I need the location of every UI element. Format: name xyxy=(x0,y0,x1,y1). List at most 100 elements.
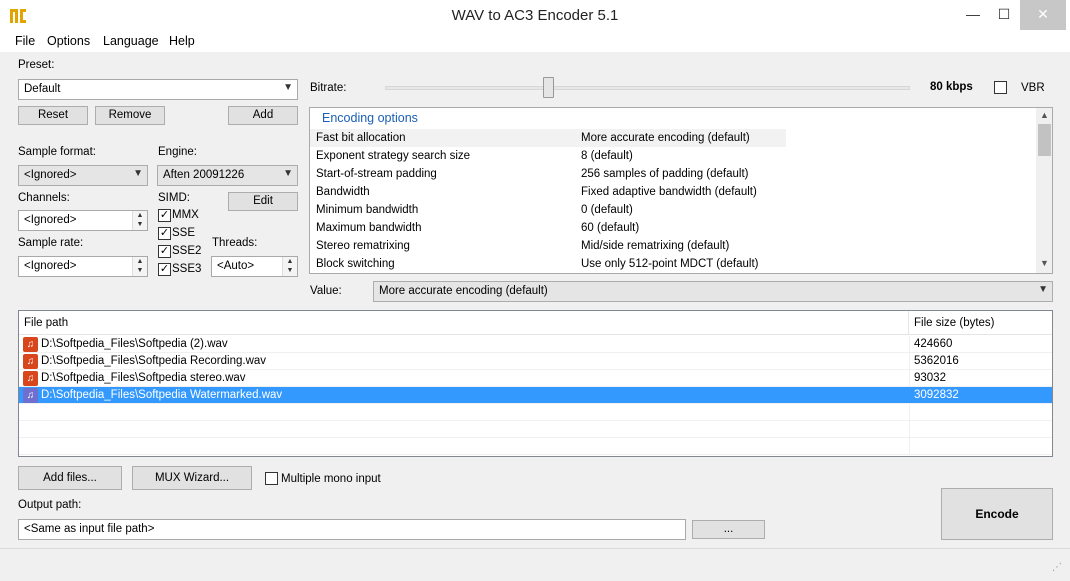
table-row-empty xyxy=(19,421,1052,438)
column-header-file-size[interactable]: File size (bytes) xyxy=(909,311,1052,335)
bitrate-slider-thumb[interactable] xyxy=(542,77,554,98)
table-row-empty xyxy=(19,404,1052,421)
chevron-down-icon: ▼ xyxy=(133,168,143,179)
option-row[interactable]: Maximum bandwidth 60 (default) xyxy=(310,219,786,237)
spin-down-icon[interactable]: ▼ xyxy=(133,266,147,275)
option-name: Bandwidth xyxy=(316,186,370,198)
sample-rate-spinner[interactable]: <Ignored> ▲ ▼ xyxy=(18,256,148,277)
table-row-empty xyxy=(19,438,1052,455)
add-preset-button[interactable]: Add xyxy=(228,106,298,125)
edit-engine-button[interactable]: Edit xyxy=(228,192,298,211)
mux-wizard-button[interactable]: MUX Wizard... xyxy=(132,466,252,490)
options-scrollbar[interactable]: ▲ ▼ xyxy=(1036,108,1052,273)
option-name: Minimum bandwidth xyxy=(316,204,419,216)
encoding-options-list[interactable]: Encoding options Fast bit allocation Mor… xyxy=(309,107,1053,274)
channels-spinner[interactable]: <Ignored> ▲ ▼ xyxy=(18,210,148,231)
bitrate-value: 80 kbps xyxy=(930,81,973,93)
option-row[interactable]: Stereo rematrixing Mid/side rematrixing … xyxy=(310,237,786,255)
option-row[interactable]: Fast bit allocation More accurate encodi… xyxy=(310,129,786,147)
remove-button[interactable]: Remove xyxy=(95,106,165,125)
menu-language[interactable]: Language xyxy=(103,34,159,48)
add-files-button[interactable]: Add files... xyxy=(18,466,122,490)
spin-down-icon[interactable]: ▼ xyxy=(283,266,297,275)
option-row[interactable]: Exponent strategy search size 8 (default… xyxy=(310,147,786,165)
table-row[interactable]: ♫ D:\Softpedia_Files\Softpedia stereo.wa… xyxy=(19,370,1052,387)
encoding-options-group-title: Encoding options xyxy=(322,111,418,125)
option-row[interactable]: Block switching Use only 512-point MDCT … xyxy=(310,255,786,273)
window-title: WAV to AC3 Encoder 5.1 xyxy=(451,7,619,24)
menu-bar xyxy=(0,32,1070,52)
simd-mmx-checkbox[interactable]: ✓ xyxy=(158,209,171,222)
simd-sse-label: SSE xyxy=(172,227,196,239)
table-row-selected[interactable]: ♫ D:\Softpedia_Files\Softpedia Watermark… xyxy=(19,387,1052,404)
resize-grip-icon[interactable]: ⋰ xyxy=(1052,562,1066,576)
table-row[interactable]: ♫ D:\Softpedia_Files\Softpedia Recording… xyxy=(19,353,1052,370)
spin-down-icon[interactable]: ▼ xyxy=(133,220,147,229)
engine-combo[interactable]: Aften 20091226 ▼ xyxy=(157,165,298,186)
file-path-cell: D:\Softpedia_Files\Softpedia Watermarked… xyxy=(41,389,283,401)
option-name: Fast bit allocation xyxy=(316,132,406,144)
spin-up-icon[interactable]: ▲ xyxy=(283,257,297,266)
spin-buttons[interactable]: ▲ ▼ xyxy=(132,211,147,230)
file-path-cell: D:\Softpedia_Files\Softpedia (2).wav xyxy=(41,338,228,350)
menu-file[interactable]: File xyxy=(15,34,35,48)
threads-spinner[interactable]: <Auto> ▲ ▼ xyxy=(211,256,298,277)
file-list-table[interactable]: File path File size (bytes) ♫ D:\Softped… xyxy=(18,310,1053,457)
menu-options[interactable]: Options xyxy=(47,34,90,48)
simd-sse-checkbox[interactable]: ✓ xyxy=(158,227,171,240)
multiple-mono-label: Multiple mono input xyxy=(281,473,381,485)
option-name: Start-of-stream padding xyxy=(316,168,437,180)
option-row[interactable]: Minimum bandwidth 0 (default) xyxy=(310,201,786,219)
simd-sse2-checkbox[interactable]: ✓ xyxy=(158,245,171,258)
spin-buttons[interactable]: ▲ ▼ xyxy=(282,257,297,276)
option-value: Mid/side rematrixing (default) xyxy=(581,240,730,252)
encode-button[interactable]: Encode xyxy=(941,488,1053,540)
vbr-label: VBR xyxy=(1021,82,1045,94)
scroll-up-icon[interactable]: ▲ xyxy=(1036,110,1052,120)
scroll-down-icon[interactable]: ▼ xyxy=(1036,258,1052,268)
option-value: Fixed adaptive bandwidth (default) xyxy=(581,186,757,198)
simd-sse3-checkbox[interactable]: ✓ xyxy=(158,263,171,276)
option-value-combo[interactable]: More accurate encoding (default) ▼ xyxy=(373,281,1053,302)
spin-buttons[interactable]: ▲ ▼ xyxy=(132,257,147,276)
spin-up-icon[interactable]: ▲ xyxy=(133,211,147,220)
sample-format-combo[interactable]: <Ignored> ▼ xyxy=(18,165,148,186)
headphones-icon: ♫ xyxy=(23,388,38,403)
bitrate-slider-track[interactable] xyxy=(385,86,910,90)
option-name: Block switching xyxy=(316,258,395,270)
output-path-input[interactable]: <Same as input file path> xyxy=(18,519,686,540)
column-header-file-path[interactable]: File path xyxy=(19,311,909,335)
headphones-icon: ♫ xyxy=(23,337,38,352)
option-name: Maximum bandwidth xyxy=(316,222,422,234)
status-bar xyxy=(0,548,1070,581)
threads-label: Threads: xyxy=(212,237,258,249)
chevron-down-icon: ▼ xyxy=(283,82,293,93)
option-row[interactable]: Start-of-stream padding 256 samples of p… xyxy=(310,165,786,183)
spin-up-icon[interactable]: ▲ xyxy=(133,257,147,266)
option-value: 60 (default) xyxy=(581,222,640,234)
vbr-checkbox[interactable] xyxy=(994,81,1007,94)
threads-value: <Auto> xyxy=(217,260,255,272)
chevron-down-icon: ▼ xyxy=(1038,284,1048,295)
bitrate-label: Bitrate: xyxy=(310,82,347,94)
maximize-button[interactable]: ☐ xyxy=(989,0,1019,30)
channels-label: Channels: xyxy=(18,192,70,204)
browse-button[interactable]: ... xyxy=(692,520,765,539)
scrollbar-thumb[interactable] xyxy=(1038,124,1051,156)
option-value-selected: More accurate encoding (default) xyxy=(379,285,548,297)
option-value: 0 (default) xyxy=(581,204,633,216)
preset-value: Default xyxy=(24,83,61,95)
file-path-cell: D:\Softpedia_Files\Softpedia stereo.wav xyxy=(41,372,246,384)
table-row[interactable]: ♫ D:\Softpedia_Files\Softpedia (2).wav 4… xyxy=(19,336,1052,353)
output-path-value: <Same as input file path> xyxy=(24,523,155,535)
option-row[interactable]: Bandwidth Fixed adaptive bandwidth (defa… xyxy=(310,183,786,201)
option-value: 256 samples of padding (default) xyxy=(581,168,749,180)
sample-rate-value: <Ignored> xyxy=(24,260,77,272)
reset-button[interactable]: Reset xyxy=(18,106,88,125)
menu-help[interactable]: Help xyxy=(169,34,195,48)
file-size-cell: 424660 xyxy=(914,338,953,350)
minimize-button[interactable]: — xyxy=(958,0,988,30)
close-button[interactable]: ✕ xyxy=(1020,0,1066,30)
multiple-mono-checkbox[interactable] xyxy=(265,472,278,485)
preset-combo[interactable]: Default ▼ xyxy=(18,79,298,100)
